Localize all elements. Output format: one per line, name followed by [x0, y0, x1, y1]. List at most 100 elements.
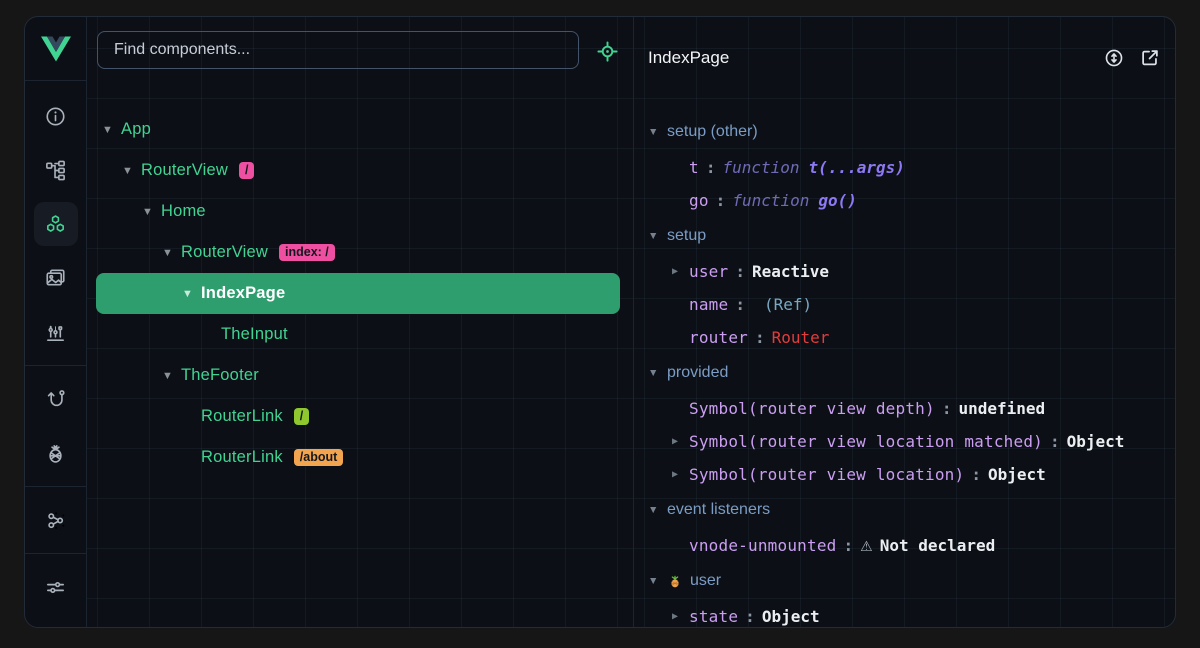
sidebar-item-pinia[interactable] [29, 426, 83, 480]
sidebar-nav-group [25, 486, 86, 547]
inspector-title: IndexPage [648, 48, 1093, 68]
tree-row-indexpage[interactable]: ▼IndexPage [96, 273, 620, 314]
property-row: vnode-unmounted:⚠Not declared [648, 529, 1175, 562]
property-value: functiont(...args) [722, 158, 904, 177]
tree-row-home[interactable]: ▼Home [96, 191, 620, 232]
route-badge: /about [294, 449, 344, 467]
caret-right-icon[interactable]: ▶ [672, 266, 689, 277]
property-value: Reactive [752, 262, 829, 281]
router-icon [34, 377, 78, 421]
open-in-editor-icon [1139, 47, 1161, 69]
caret-down-icon[interactable]: ▼ [140, 206, 161, 218]
target-icon [596, 40, 619, 63]
property-key: Symbol(router view location matched) [689, 432, 1043, 451]
sidebar-item-router[interactable] [29, 372, 83, 426]
sidebar-nav-group [25, 365, 86, 480]
caret-down-icon[interactable]: ▼ [160, 370, 181, 382]
route-badge: index: / [279, 244, 335, 262]
section-label: setup [667, 227, 706, 245]
scroll-to-component-button[interactable] [1099, 43, 1129, 73]
inspector-panel: IndexPage ▼setup (other)t:functiont(...a… [634, 17, 1175, 627]
colon-separator: : [735, 262, 745, 281]
graph-icon [34, 498, 78, 542]
warning-icon: ⚠ [860, 539, 873, 555]
component-name: IndexPage [201, 284, 285, 303]
property-row[interactable]: ▶Symbol(router view location):Object [648, 458, 1175, 491]
colon-separator: : [716, 191, 726, 210]
caret-down-icon[interactable]: ▼ [648, 126, 667, 138]
caret-right-icon[interactable]: ▶ [672, 436, 689, 447]
property-row[interactable]: ▶Symbol(router view location matched):Ob… [648, 425, 1175, 458]
caret-down-icon[interactable]: ▼ [648, 575, 667, 587]
inspector-body: ▼setup (other)t:functiont(...args)go:fun… [634, 99, 1175, 627]
section-label: provided [667, 364, 728, 382]
sidebar-item-components[interactable] [29, 197, 83, 251]
component-name: RouterView [141, 161, 228, 180]
caret-down-icon[interactable]: ▼ [648, 504, 667, 516]
property-key: name [689, 295, 728, 314]
section-header-setup[interactable]: ▼setup [648, 217, 1175, 255]
caret-down-icon[interactable]: ▼ [648, 230, 667, 242]
sidebar-item-assets[interactable] [29, 251, 83, 305]
sidebar-nav-group [25, 553, 86, 614]
tree-row-thefooter[interactable]: ▼TheFooter [96, 355, 620, 396]
component-name: RouterView [181, 243, 268, 262]
tree-row-routerlink[interactable]: RouterLink/ [96, 396, 620, 437]
hierarchy-icon [34, 148, 78, 192]
tree-row-routerlink[interactable]: RouterLink/about [96, 437, 620, 478]
caret-down-icon[interactable]: ▼ [100, 124, 121, 136]
components-tree-panel: ▼App▼RouterView/▼Home▼RouterViewindex: /… [87, 17, 634, 627]
caret-down-icon[interactable]: ▼ [160, 247, 181, 259]
pinia-icon [34, 431, 78, 475]
scroll-to-component-icon [1103, 47, 1125, 69]
search-input[interactable] [98, 41, 578, 59]
sidebar-nav [25, 81, 86, 614]
caret-down-icon[interactable]: ▼ [120, 165, 141, 177]
tree-row-theinput[interactable]: TheInput [96, 314, 620, 355]
property-row[interactable]: ▶state:Object [648, 600, 1175, 627]
caret-right-icon[interactable]: ▶ [672, 611, 689, 622]
property-row: router:Router [648, 321, 1175, 354]
sidebar-item-info[interactable] [29, 89, 83, 143]
section-label: setup (other) [667, 123, 758, 141]
colon-separator: : [706, 158, 716, 177]
sidebar [25, 17, 87, 627]
tree-row-app[interactable]: ▼App [96, 109, 620, 150]
caret-down-icon[interactable]: ▼ [180, 288, 201, 300]
colon-separator: : [755, 328, 765, 347]
property-value: Object [1067, 432, 1125, 451]
section-header-event-listeners[interactable]: ▼event listeners [648, 491, 1175, 529]
property-key: go [689, 191, 709, 210]
components-icon [34, 202, 78, 246]
colon-separator: : [971, 465, 981, 484]
property-value: Object [762, 607, 820, 626]
section-header-provided[interactable]: ▼provided [648, 354, 1175, 392]
component-name: RouterLink [201, 448, 283, 467]
vue-logo[interactable] [25, 17, 86, 81]
property-row[interactable]: ▶user:Reactive [648, 255, 1175, 288]
open-in-editor-button[interactable] [1135, 43, 1165, 73]
sidebar-item-settings[interactable] [29, 560, 83, 614]
section-label: user [690, 572, 721, 590]
settings-icon [34, 565, 78, 609]
colon-separator: : [735, 295, 745, 314]
sidebar-item-timeline[interactable] [29, 305, 83, 359]
section-header-user[interactable]: ▼ user [648, 562, 1175, 600]
section-label: event listeners [667, 501, 770, 519]
timeline-icon [34, 310, 78, 354]
property-value: Router [772, 328, 830, 347]
component-name: TheInput [221, 325, 288, 344]
caret-right-icon[interactable]: ▶ [672, 469, 689, 480]
function-signature: t(...args) [809, 158, 905, 177]
sidebar-item-graph[interactable] [29, 493, 83, 547]
component-tree: ▼App▼RouterView/▼Home▼RouterViewindex: /… [87, 97, 633, 478]
route-badge: / [239, 162, 254, 180]
sidebar-item-hierarchy[interactable] [29, 143, 83, 197]
component-name: Home [161, 202, 206, 221]
tree-row-routerview[interactable]: ▼RouterView / [96, 150, 620, 191]
section-header-setup-other-[interactable]: ▼setup (other) [648, 113, 1175, 151]
caret-down-icon[interactable]: ▼ [648, 367, 667, 379]
component-name: RouterLink [201, 407, 283, 426]
tree-row-routerview[interactable]: ▼RouterView index: / [96, 232, 620, 273]
inspect-component-button[interactable] [596, 40, 619, 63]
